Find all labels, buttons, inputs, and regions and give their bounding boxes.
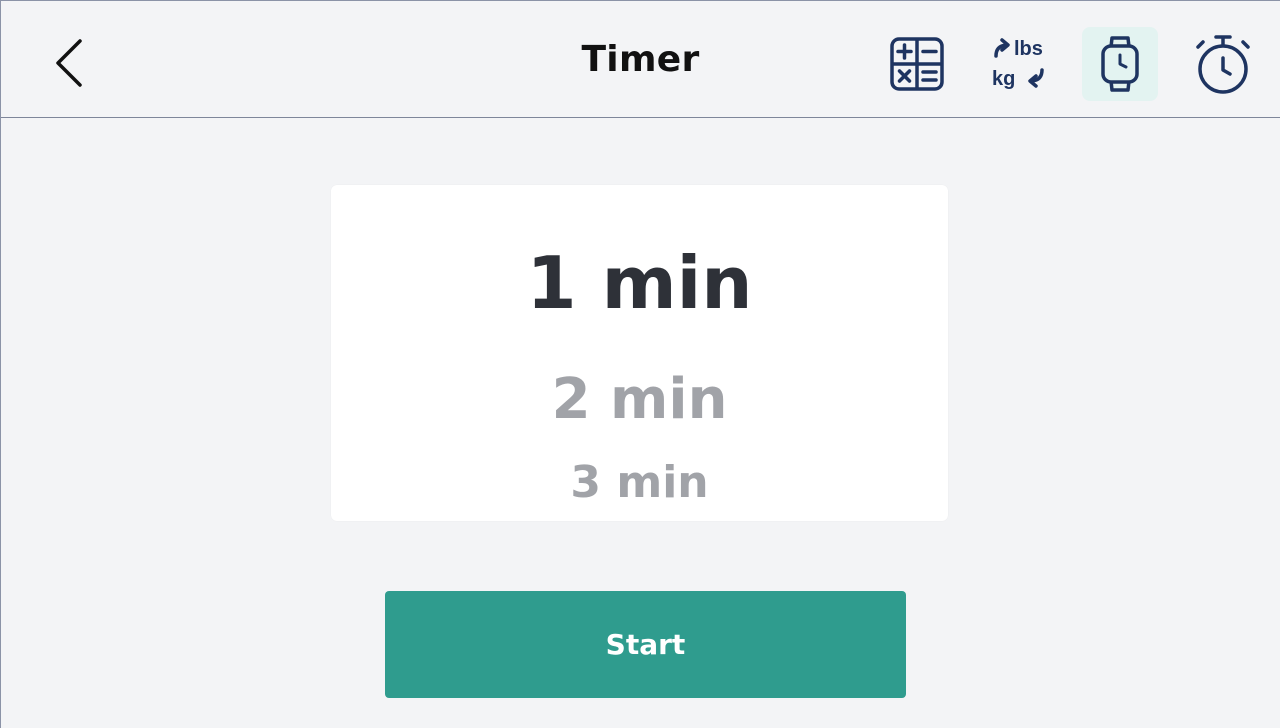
header-bar: Timer lbs kg <box>1 1 1280 118</box>
picker-option[interactable]: 2 min <box>331 367 948 432</box>
lbs-kg-converter-icon: lbs kg <box>992 38 1044 90</box>
calculator-icon <box>890 37 944 91</box>
stopwatch-button[interactable] <box>1185 27 1261 101</box>
watch-button[interactable] <box>1082 27 1158 101</box>
picker-option-selected[interactable]: 1 min <box>331 241 948 325</box>
duration-picker[interactable]: 1 min 2 min 3 min <box>331 185 948 521</box>
calculator-button[interactable] <box>879 27 955 101</box>
converter-lbs-label: lbs <box>1014 38 1043 60</box>
start-button[interactable]: Start <box>385 591 906 698</box>
picker-option[interactable]: 3 min <box>331 457 948 508</box>
unit-converter-button[interactable]: lbs kg <box>981 27 1057 101</box>
watch-icon <box>1101 36 1139 92</box>
timer-screen: Timer lbs kg 1 min 2 min 3 min Start <box>0 0 1280 728</box>
stopwatch-icon <box>1196 35 1250 94</box>
converter-kg-label: kg <box>992 68 1015 90</box>
